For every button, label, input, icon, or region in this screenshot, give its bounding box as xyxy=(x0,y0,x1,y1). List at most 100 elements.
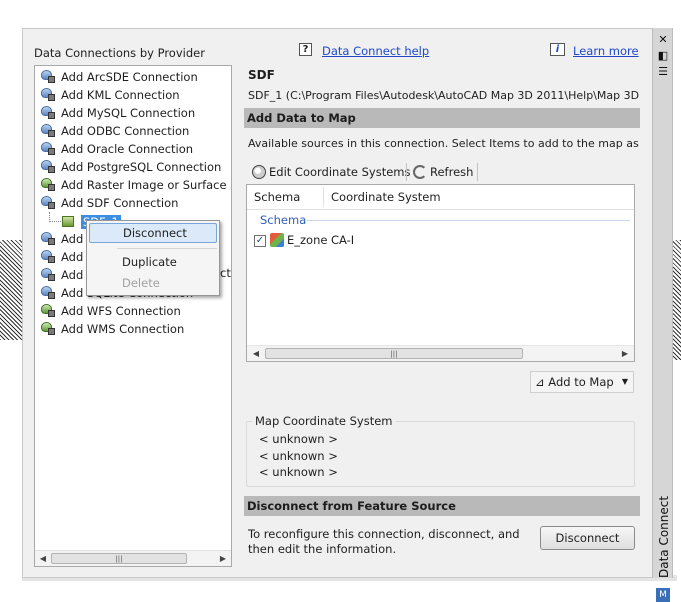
add-data-section-header: Add Data to Map xyxy=(244,108,640,128)
map-cs-value: < unknown > xyxy=(259,449,338,463)
menu-item-disconnect[interactable]: Disconnect xyxy=(89,223,217,243)
palette-title-bar[interactable]: ✕ ◧ ☰ Data Connect M xyxy=(652,28,673,602)
database-plug-icon xyxy=(41,160,55,173)
globe-plug-icon xyxy=(41,322,55,335)
toolbar-separator xyxy=(406,163,407,181)
map-coordinate-system-legend: Map Coordinate System xyxy=(252,414,396,428)
provider-tree[interactable]: Add ArcSDE Connection Add KML Connection… xyxy=(34,65,232,567)
tree-item[interactable]: Add xyxy=(41,266,83,284)
tree-item-label: Add Raster Image or Surface Co xyxy=(61,178,232,192)
column-separator[interactable] xyxy=(323,187,324,207)
database-plug-icon xyxy=(41,142,55,155)
tree-item-label: Add xyxy=(61,268,84,282)
tree-item-label: Add SDF Connection xyxy=(61,196,179,210)
edit-cs-label: Edit Coordinate Systems xyxy=(269,165,411,179)
scroll-right-arrow-icon[interactable]: ▶ xyxy=(619,348,631,360)
sources-toolbar: Edit Coordinate Systems Refresh xyxy=(246,160,634,182)
autohide-icon[interactable]: ◧ xyxy=(657,50,669,62)
column-header-coordinate-system[interactable]: Coordinate System xyxy=(331,185,441,210)
disconnect-instructions: To reconfigure this connection, disconne… xyxy=(248,527,520,556)
add-layer-icon: ⊿ xyxy=(535,375,549,389)
tree-item[interactable]: Add WFS Connection xyxy=(41,302,181,320)
context-menu: Disconnect Duplicate Delete xyxy=(86,220,220,296)
scroll-left-arrow-icon[interactable]: ◀ xyxy=(37,553,49,565)
tree-horizontal-scrollbar[interactable]: ◀ ||| ▶ xyxy=(35,550,231,566)
tree-item[interactable]: Add ArcSDE Connection xyxy=(41,68,198,86)
database-plug-icon xyxy=(41,268,55,281)
tree-item[interactable]: Add xyxy=(41,230,83,248)
tree-connector xyxy=(49,212,61,222)
raster-plug-icon xyxy=(41,178,55,191)
tree-overflow-fragment: ct xyxy=(220,266,231,280)
tree-item[interactable]: Add ODBC Connection xyxy=(41,122,189,140)
database-plug-icon xyxy=(41,106,55,119)
menu-item-delete: Delete xyxy=(122,276,160,290)
database-plug-icon xyxy=(41,196,55,209)
sdf-file-icon xyxy=(62,216,74,227)
feature-checkbox[interactable]: ✓ xyxy=(254,235,266,247)
tree-item-label: Add WMS Connection xyxy=(61,322,185,336)
scroll-right-arrow-icon[interactable]: ▶ xyxy=(217,553,229,565)
globe-icon xyxy=(252,165,266,179)
tree-item-label: Add ODBC Connection xyxy=(61,124,190,138)
tree-item-label: Add PostgreSQL Connection xyxy=(61,160,222,174)
tree-item[interactable]: Add SDF Connection xyxy=(41,194,178,212)
disconnect-button[interactable]: Disconnect xyxy=(540,526,635,550)
palette-title: Data Connect xyxy=(657,495,671,578)
connection-path: SDF_1 (C:\Program Files\Autodesk\AutoCAD… xyxy=(248,89,640,102)
disconnect-section-header: Disconnect from Feature Source xyxy=(244,496,640,516)
connection-title: SDF xyxy=(248,68,275,82)
learn-more-link[interactable]: Learn more xyxy=(573,44,639,58)
database-plug-icon xyxy=(41,286,55,299)
refresh-icon xyxy=(413,165,427,179)
tree-item[interactable]: Add MySQL Connection xyxy=(41,104,195,122)
globe-plug-icon xyxy=(41,304,55,317)
help-icon: ? xyxy=(299,43,312,56)
menu-item-duplicate[interactable]: Duplicate xyxy=(89,252,217,272)
tree-item-label: Add xyxy=(61,232,84,246)
feature-class-icon xyxy=(270,233,284,247)
sources-grid[interactable]: Schema Coordinate System Schema ✓ E_zone… xyxy=(246,184,635,362)
edit-coordinate-systems-button[interactable]: Edit Coordinate Systems xyxy=(249,162,414,182)
map-cs-value: < unknown > xyxy=(259,432,338,446)
scroll-left-arrow-icon[interactable]: ◀ xyxy=(250,348,262,360)
grid-header: Schema Coordinate System xyxy=(247,185,634,210)
feature-coordinate-system[interactable]: CA-I xyxy=(331,233,354,247)
group-divider xyxy=(307,220,630,221)
toolbar-separator xyxy=(477,163,478,181)
add-to-map-label: Add to Map xyxy=(548,375,614,389)
tree-item[interactable]: Add Raster Image or Surface Co xyxy=(41,176,232,194)
background-noise-right xyxy=(672,240,681,360)
tree-item-label: Add KML Connection xyxy=(61,88,180,102)
chevron-down-icon[interactable]: ▼ xyxy=(622,372,628,392)
refresh-label: Refresh xyxy=(430,165,474,179)
tree-item-label: Add MySQL Connection xyxy=(61,106,196,120)
add-to-map-button[interactable]: ⊿ Add to Map ▼ xyxy=(530,371,634,393)
available-sources-text: Available sources in this connection. Se… xyxy=(248,137,640,150)
database-plug-icon xyxy=(41,250,55,263)
map-cs-value: < unknown > xyxy=(259,465,338,479)
tree-item[interactable]: Add KML Connection xyxy=(41,86,180,104)
database-plug-icon xyxy=(41,70,55,83)
tree-item-label: Add ArcSDE Connection xyxy=(61,70,198,84)
schema-group-label: Schema xyxy=(260,213,307,227)
scrollbar-thumb[interactable]: ||| xyxy=(51,553,187,564)
map3d-logo-icon: M xyxy=(656,588,670,602)
refresh-button[interactable]: Refresh xyxy=(410,162,476,182)
info-icon: i xyxy=(550,43,565,56)
tree-item[interactable]: Add Oracle Connection xyxy=(41,140,193,158)
database-plug-icon xyxy=(41,88,55,101)
column-header-schema[interactable]: Schema xyxy=(254,185,300,210)
tree-item[interactable]: Add PostgreSQL Connection xyxy=(41,158,221,176)
providers-heading: Data Connections by Provider xyxy=(34,46,205,60)
grid-horizontal-scrollbar[interactable]: ◀ ||| ▶ xyxy=(247,345,634,361)
tree-item[interactable]: Add WMS Connection xyxy=(41,320,184,338)
properties-icon[interactable]: ☰ xyxy=(657,66,669,78)
menu-separator xyxy=(117,248,217,249)
database-plug-icon xyxy=(41,232,55,245)
close-icon[interactable]: ✕ xyxy=(657,34,669,46)
tree-item[interactable]: Add xyxy=(41,248,83,266)
feature-name: E_zone xyxy=(287,233,328,247)
scrollbar-thumb[interactable]: ||| xyxy=(265,348,523,359)
data-connect-help-link[interactable]: Data Connect help xyxy=(322,44,429,58)
